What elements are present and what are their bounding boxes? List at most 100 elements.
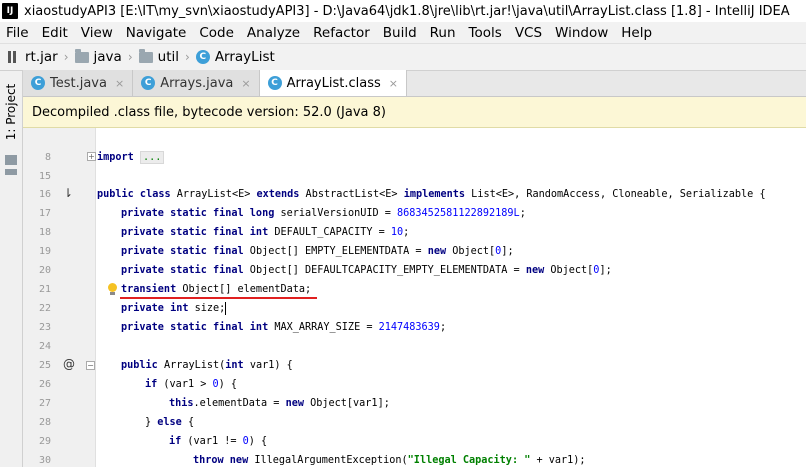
menu-navigate[interactable]: Navigate <box>120 25 194 41</box>
code-line[interactable]: 28 } else { <box>23 413 806 432</box>
chevron-right-icon: › <box>185 50 190 64</box>
menu-run[interactable]: Run <box>424 25 463 41</box>
line-number: 24 <box>38 341 51 352</box>
tab-arrays-java[interactable]: C Arrays.java × <box>133 70 260 96</box>
code-text: private static final long serialVersionU… <box>121 208 526 219</box>
left-tool-strip: 1: Project <box>0 71 23 467</box>
text-caret <box>225 301 227 315</box>
line-number: 16 <box>38 189 51 200</box>
breadcrumb-item-arraylist[interactable]: C ArrayList <box>195 49 275 65</box>
code-line[interactable]: 26 if (var1 > 0) { <box>23 375 806 394</box>
menu-help[interactable]: Help <box>615 25 659 41</box>
line-number: 17 <box>38 208 51 219</box>
code-line[interactable]: 30 throw new IllegalArgumentException("I… <box>23 451 806 467</box>
editor-tab-bar: C Test.java × C Arrays.java × C ArrayLis… <box>23 70 806 97</box>
line-number: 18 <box>38 227 51 238</box>
jar-icon <box>6 50 20 64</box>
menu-build[interactable]: Build <box>377 25 424 41</box>
class-icon: C <box>195 50 210 64</box>
breadcrumb-label: java <box>93 49 122 65</box>
code-text: throw new IllegalArgumentException("Ille… <box>193 455 586 466</box>
menu-refactor[interactable]: Refactor <box>307 25 377 41</box>
implemented-interface-icon[interactable]: ⇂ <box>63 186 73 200</box>
line-number: 19 <box>38 246 51 257</box>
code-line[interactable]: 17 private static final long serialVersi… <box>23 204 806 223</box>
code-text: public ArrayList(int var1) { <box>121 360 293 371</box>
code-text: private static final int MAX_ARRAY_SIZE … <box>121 322 447 333</box>
line-number: 28 <box>38 417 51 428</box>
line-number: 8 <box>44 152 51 163</box>
chevron-right-icon: › <box>127 50 133 64</box>
line-number: 30 <box>38 455 51 466</box>
code-line[interactable]: 15 <box>23 167 806 186</box>
breadcrumb-item-java[interactable]: java › <box>74 48 139 65</box>
override-icon[interactable]: @ <box>63 357 75 371</box>
code-text: } else { <box>145 417 195 428</box>
code-line[interactable]: 18 private static final int DEFAULT_CAPA… <box>23 223 806 242</box>
code-line[interactable]: 8 + import ... <box>23 148 806 167</box>
code-text: if (var1 > 0) { <box>145 379 238 390</box>
menu-view[interactable]: View <box>75 25 120 41</box>
structure-icon[interactable] <box>5 155 17 165</box>
code-text: public class ArrayList<E> extends Abstra… <box>97 189 766 200</box>
folder-icon <box>138 48 153 63</box>
tab-arraylist-class[interactable]: C ArrayList.class × <box>259 70 407 96</box>
tab-test-java[interactable]: C Test.java × <box>23 70 134 96</box>
lightbulb-icon[interactable] <box>107 283 118 296</box>
tab-label: ArrayList.class <box>286 75 381 91</box>
menu-file[interactable]: File <box>0 25 36 41</box>
code-text: this.elementData = new Object[var1]; <box>169 398 390 409</box>
breadcrumb-item-rt-jar[interactable]: rt.jar › <box>6 49 75 65</box>
project-tool-window-tab[interactable]: 1: Project <box>3 79 20 151</box>
line-number: 25 <box>38 360 51 371</box>
breadcrumb-label: rt.jar <box>25 49 58 65</box>
chevron-right-icon: › <box>63 50 69 64</box>
line-number: 29 <box>38 436 51 447</box>
fold-expand-icon[interactable]: + <box>87 152 96 161</box>
code-line[interactable]: 22 private int size; <box>23 299 806 318</box>
code-line[interactable]: 20 private static final Object[] DEFAULT… <box>23 261 806 280</box>
close-icon[interactable]: × <box>115 77 124 90</box>
menu-tools[interactable]: Tools <box>463 25 509 41</box>
title-bar: IJ xiaostudyAPI3 [E:\IT\my_svn\xiaostudy… <box>0 0 806 22</box>
breadcrumb-label: util <box>157 49 179 65</box>
close-icon[interactable]: × <box>389 77 398 90</box>
code-line[interactable]: 19 private static final Object[] EMPTY_E… <box>23 242 806 261</box>
menu-edit[interactable]: Edit <box>36 25 75 41</box>
class-icon: C <box>267 76 282 90</box>
code-text: private static final Object[] DEFAULTCAP… <box>121 265 612 276</box>
menu-vcs[interactable]: VCS <box>509 25 549 41</box>
line-number: 21 <box>38 284 51 295</box>
code-line[interactable]: 25 @ − public ArrayList(int var1) { <box>23 356 806 375</box>
banner-text: Decompiled .class file, bytecode version… <box>32 104 386 120</box>
code-text: private int size; <box>121 301 227 315</box>
code-line[interactable]: 23 private static final int MAX_ARRAY_SI… <box>23 318 806 337</box>
menu-code[interactable]: Code <box>193 25 241 41</box>
decompiled-notice-banner: Decompiled .class file, bytecode version… <box>23 97 806 128</box>
fold-collapse-icon[interactable]: − <box>86 361 95 370</box>
line-number: 23 <box>38 322 51 333</box>
code-line[interactable]: 16 ⇂ public class ArrayList<E> extends A… <box>23 185 806 204</box>
menu-analyze[interactable]: Analyze <box>241 25 307 41</box>
folded-imports[interactable]: ... <box>139 151 165 164</box>
tab-label: Test.java <box>50 75 107 91</box>
intellij-app-icon: IJ <box>2 3 18 19</box>
code-editor[interactable]: 8 + import ... 15 16 ⇂ public class Arra… <box>23 128 806 467</box>
breadcrumb-item-util[interactable]: util › <box>138 48 196 65</box>
line-number: 26 <box>38 379 51 390</box>
code-text: private static final Object[] EMPTY_ELEM… <box>121 246 514 257</box>
class-icon: C <box>141 76 156 90</box>
menu-window[interactable]: Window <box>549 25 615 41</box>
code-text: if (var1 != 0) { <box>169 436 268 447</box>
breadcrumb: rt.jar › java › util › C ArrayList <box>0 43 806 71</box>
hierarchy-icon[interactable] <box>5 169 17 175</box>
code-line[interactable]: 27 this.elementData = new Object[var1]; <box>23 394 806 413</box>
line-number: 15 <box>38 171 51 182</box>
close-icon[interactable]: × <box>241 77 250 90</box>
breadcrumb-label: ArrayList <box>214 49 275 65</box>
folder-icon <box>74 48 89 63</box>
code-line[interactable]: 24 <box>23 337 806 356</box>
window-title: xiaostudyAPI3 [E:\IT\my_svn\xiaostudyAPI… <box>24 3 790 19</box>
menu-bar: File Edit View Navigate Code Analyze Ref… <box>0 22 806 43</box>
code-line[interactable]: 29 if (var1 != 0) { <box>23 432 806 451</box>
